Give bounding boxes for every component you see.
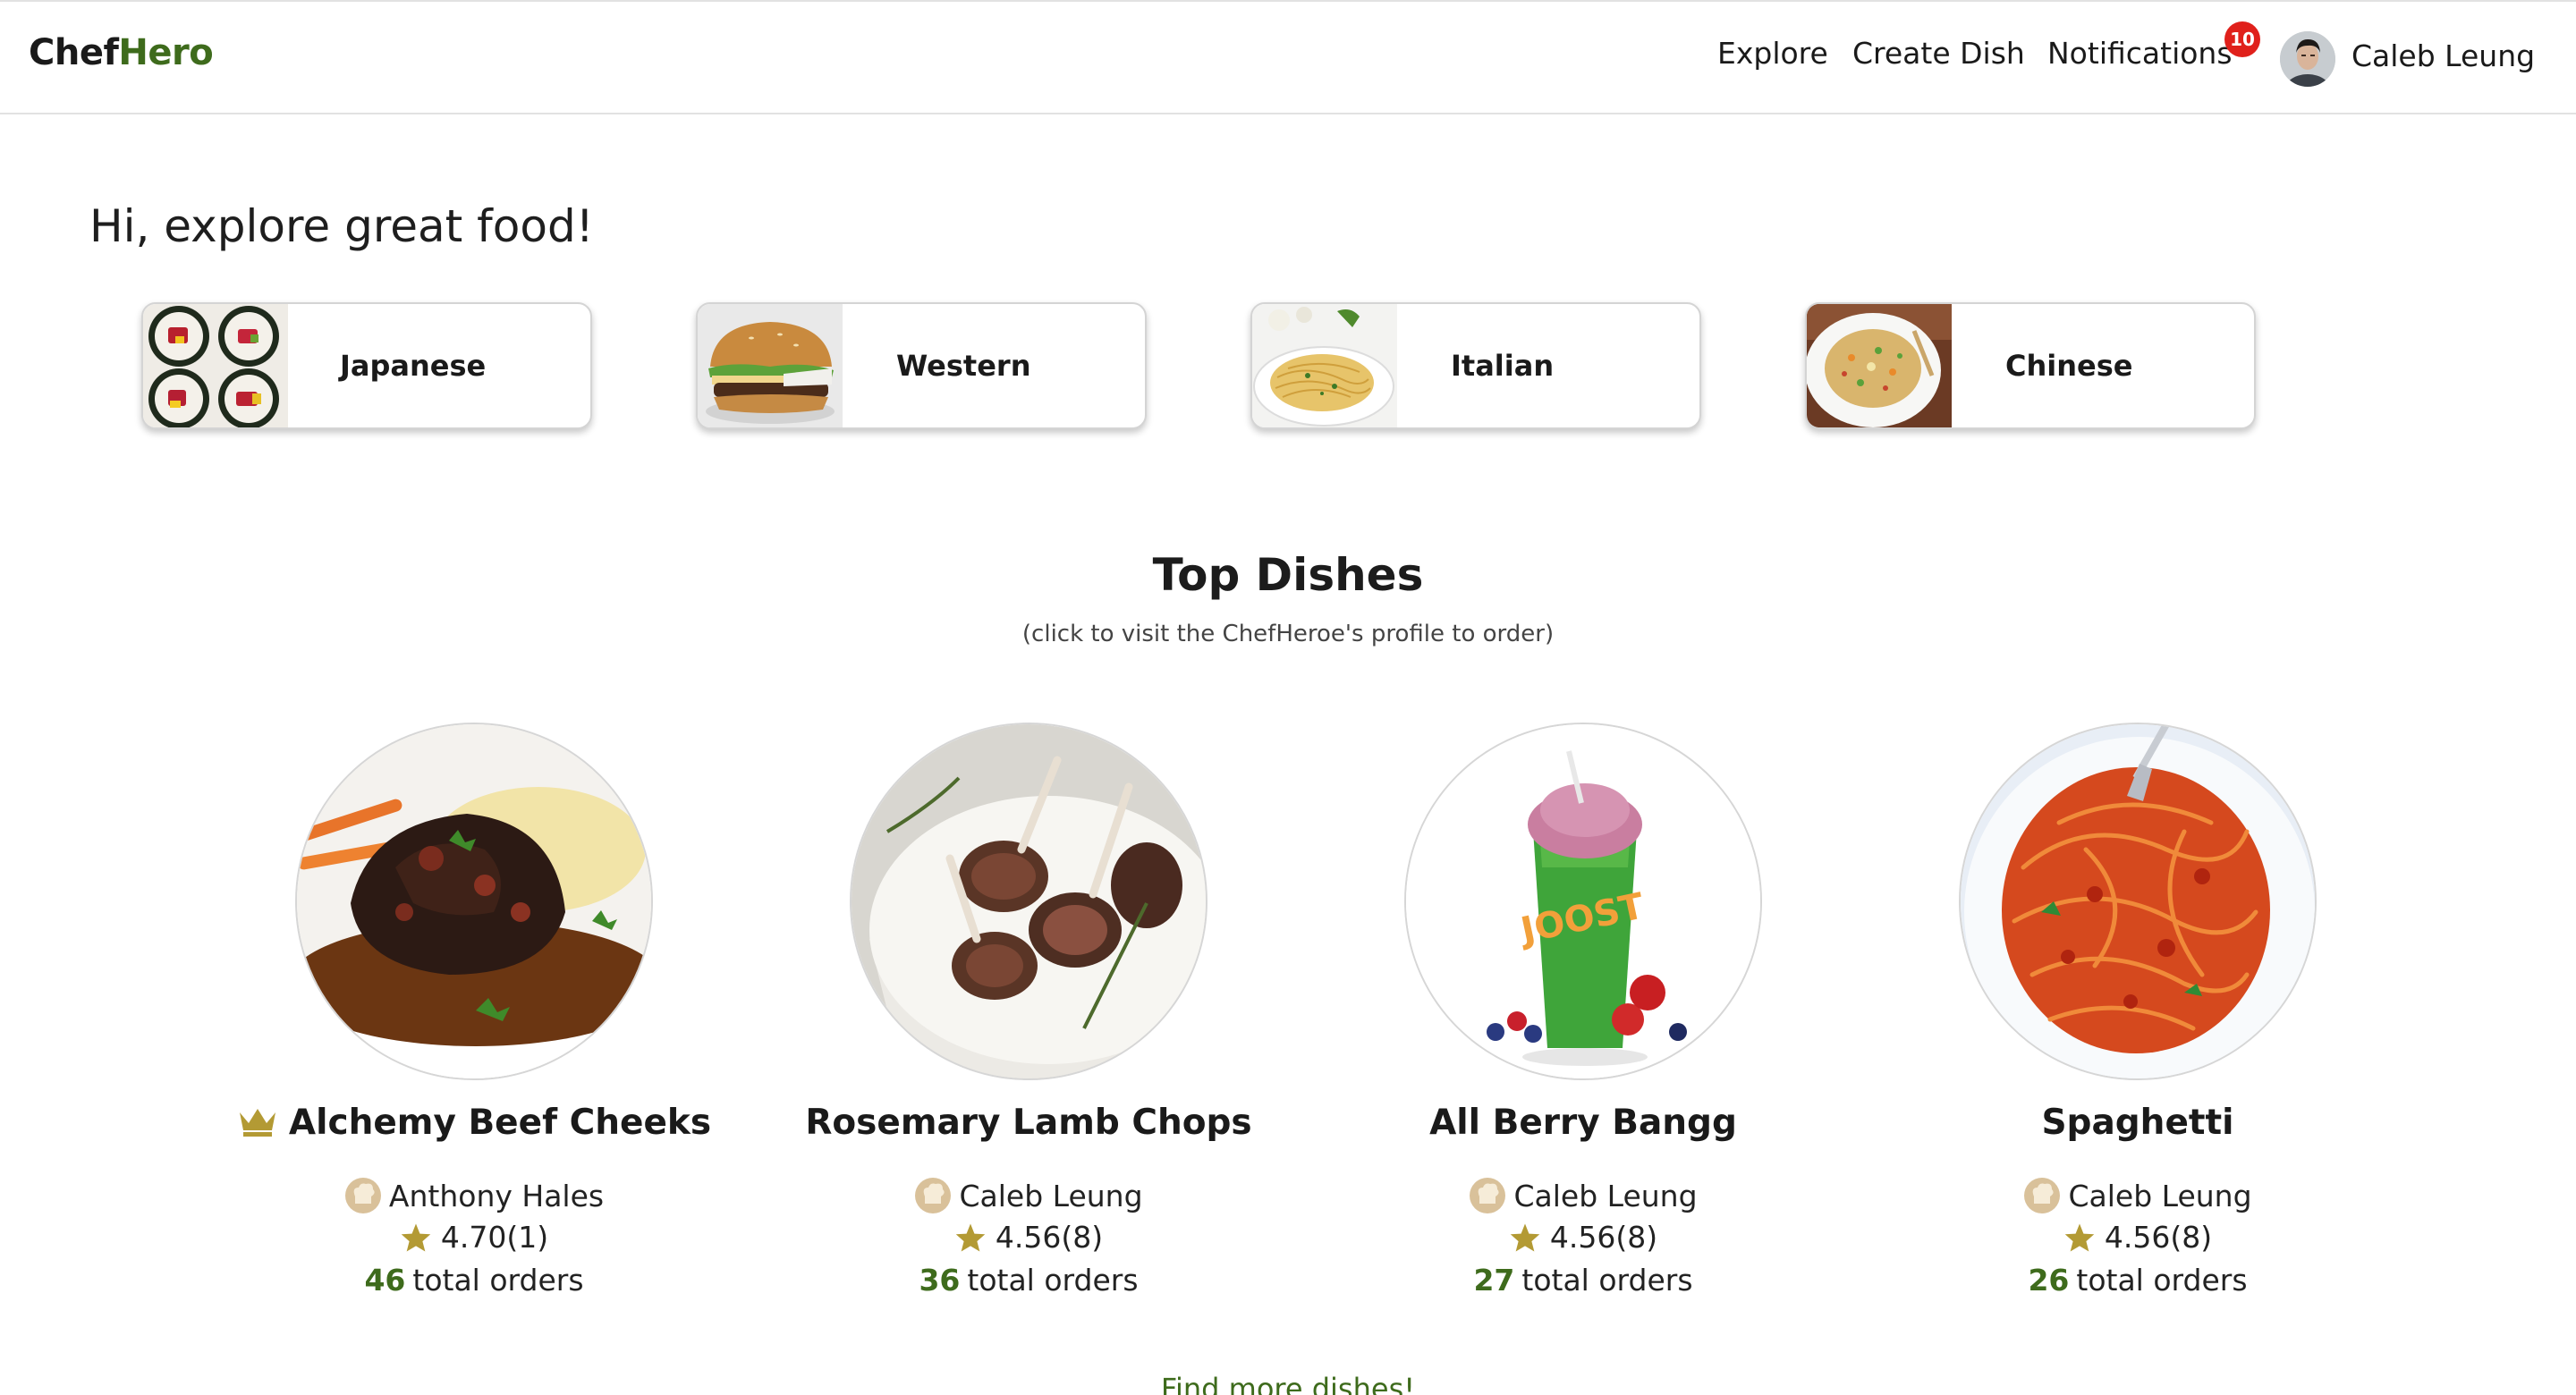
total-orders: 46 total orders xyxy=(364,1263,584,1298)
chef-hat-icon xyxy=(344,1178,381,1213)
chefhero-logo[interactable]: ChefHero xyxy=(29,32,214,73)
nav-notifications-link[interactable]: Notifications xyxy=(2047,36,2233,71)
nav-explore-link[interactable]: Explore xyxy=(1717,36,1828,71)
chef-link[interactable]: Caleb Leung xyxy=(1887,1177,2388,1214)
star-icon xyxy=(955,1222,986,1252)
category-card-japanese[interactable]: Japanese xyxy=(141,302,592,429)
pasta-photo-icon xyxy=(1252,304,1397,427)
total-orders: 27 total orders xyxy=(1473,1263,1693,1298)
dish-name[interactable]: Rosemary Lamb Chops xyxy=(778,1103,1279,1143)
top-nav-bar: ChefHero Explore Create Dish Notificatio… xyxy=(0,0,2576,114)
category-label: Italian xyxy=(1451,349,1555,383)
crown-icon xyxy=(239,1109,275,1137)
chef-hat-icon xyxy=(915,1178,952,1213)
total-orders: 26 total orders xyxy=(2028,1263,2248,1298)
category-card-chinese[interactable]: Chinese xyxy=(1805,302,2256,429)
total-orders: 36 total orders xyxy=(919,1263,1139,1298)
rating: 4.70(1) xyxy=(224,1220,724,1255)
beef-cheeks-photo-icon[interactable] xyxy=(295,723,653,1080)
burger-photo-icon xyxy=(698,304,843,427)
chef-link[interactable]: Caleb Leung xyxy=(778,1177,1279,1214)
category-label: Chinese xyxy=(2005,349,2133,383)
nav-create-dish-link[interactable]: Create Dish xyxy=(1852,36,2025,71)
category-card-italian[interactable]: Italian xyxy=(1250,302,1701,429)
dish-card[interactable]: Rosemary Lamb Chops Caleb Leung 4.56(8) … xyxy=(778,723,1279,1313)
dish-card[interactable]: Alchemy Beef Cheeks Anthony Hales 4.70(1… xyxy=(224,723,724,1313)
chef-hat-icon xyxy=(2024,1178,2061,1213)
category-card-western[interactable]: Western xyxy=(696,302,1147,429)
user-avatar[interactable] xyxy=(2280,31,2335,87)
dish-card[interactable]: Spaghetti Caleb Leung 4.56(8) 26 total or… xyxy=(1887,723,2388,1313)
star-icon xyxy=(2064,1222,2095,1252)
star-icon xyxy=(401,1222,431,1252)
find-more-dishes-link[interactable]: Find more dishes! xyxy=(0,1372,2576,1395)
greeting-heading: Hi, explore great food! xyxy=(89,200,594,252)
dish-name[interactable]: Alchemy Beef Cheeks xyxy=(224,1103,724,1143)
dish-name[interactable]: All Berry Bangg xyxy=(1333,1103,1834,1143)
user-name-link[interactable]: Caleb Leung xyxy=(2351,38,2535,73)
notification-count-badge: 10 xyxy=(2224,21,2260,57)
category-label: Western xyxy=(896,349,1031,383)
rating: 4.56(8) xyxy=(1333,1220,1834,1255)
lamb-chops-photo-icon[interactable] xyxy=(850,723,1208,1080)
chef-hat-icon xyxy=(1470,1178,1506,1213)
top-dishes-subtitle: (click to visit the ChefHeroe's profile … xyxy=(1021,621,1555,647)
spaghetti-photo-icon[interactable] xyxy=(1959,723,2317,1080)
dish-card[interactable]: JOOST All Berry Bangg Caleb Leung 4.56(8… xyxy=(1333,723,1834,1313)
avatar-photo-icon xyxy=(2280,31,2335,87)
star-icon xyxy=(1510,1222,1540,1252)
dish-name[interactable]: Spaghetti xyxy=(1887,1103,2388,1143)
rating: 4.56(8) xyxy=(1887,1220,2388,1255)
chef-link[interactable]: Caleb Leung xyxy=(1333,1177,1834,1214)
category-label: Japanese xyxy=(340,349,487,383)
sushi-photo-icon xyxy=(143,304,288,427)
chef-link[interactable]: Anthony Hales xyxy=(224,1177,724,1214)
rating: 4.56(8) xyxy=(778,1220,1279,1255)
fried-rice-photo-icon xyxy=(1807,304,1952,427)
smoothie-photo-icon[interactable]: JOOST xyxy=(1404,723,1762,1080)
top-dishes-title: Top Dishes xyxy=(1152,549,1424,601)
